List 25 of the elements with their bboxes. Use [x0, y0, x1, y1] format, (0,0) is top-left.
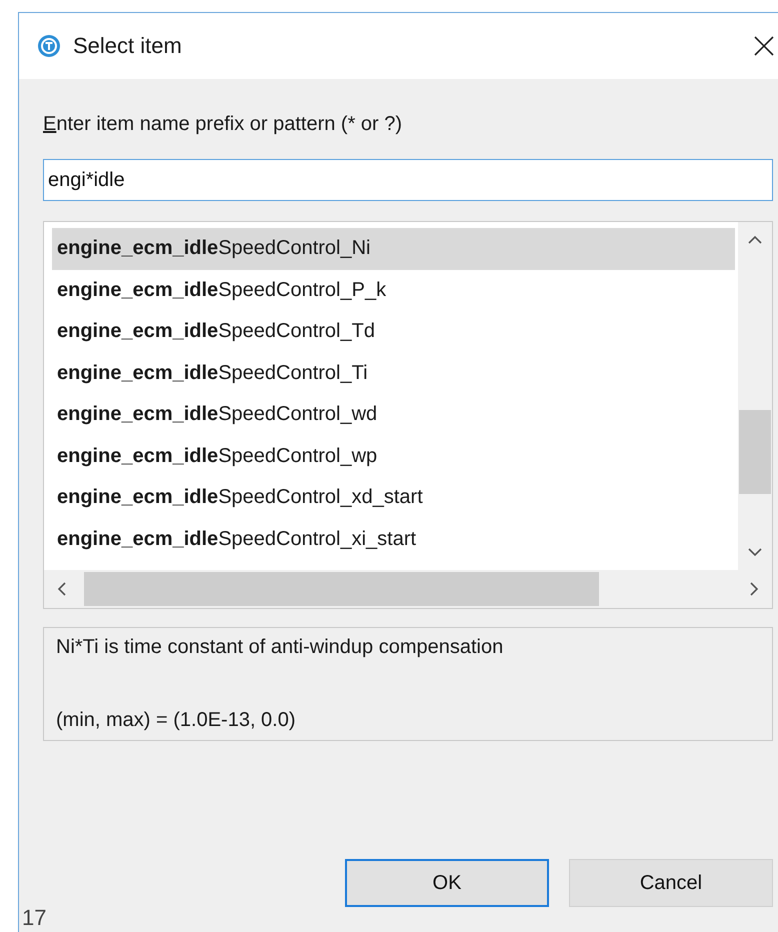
scroll-right-icon[interactable]: [748, 581, 760, 597]
list-item[interactable]: engine_ecm_idleSpeedControl_Td: [52, 311, 735, 352]
list-item[interactable]: engine_ecm_idleSpeedControl_wp: [52, 436, 735, 477]
scroll-thumb[interactable]: [739, 410, 771, 494]
scroll-left-icon[interactable]: [56, 581, 68, 597]
description-text: Ni*Ti is time constant of anti-windup compensation: [56, 636, 504, 659]
search-field[interactable]: engi*idle: [43, 159, 773, 201]
close-icon[interactable]: [753, 35, 775, 57]
scroll-up-icon[interactable]: [747, 234, 763, 246]
scroll-thumb[interactable]: [84, 572, 599, 606]
scroll-down-icon[interactable]: [747, 546, 763, 558]
list-item[interactable]: engine_ecm_idleSpeedControl_Ti: [52, 352, 735, 394]
dialog-button[interactable]: OK: [345, 859, 549, 907]
pattern-label: Enter item name prefix or pattern (* or ?): [43, 113, 404, 137]
list-item[interactable]: engine_ecm_idleSpeedControl_wd: [52, 394, 735, 436]
description-text: (min, max) = (1.0E-13, 0.0): [56, 709, 297, 732]
horizontal-scrollbar[interactable]: [44, 570, 772, 608]
app-logo-icon: [37, 34, 61, 58]
list-item[interactable]: engine_ecm_idleSpeedControl_xi_start: [52, 518, 735, 560]
dialog-button[interactable]: Cancel: [569, 859, 773, 907]
list-item[interactable]: engine_ecm_idleSpeedControl_xd_start: [52, 477, 735, 518]
window-title: Select item: [73, 33, 183, 59]
list-item[interactable]: engine_ecm_idleSpeedControl_P_k: [52, 270, 735, 311]
list-item[interactable]: engine_ecm_idleSpeedControl_Ni: [52, 228, 735, 270]
vertical-scrollbar[interactable]: [738, 222, 772, 570]
